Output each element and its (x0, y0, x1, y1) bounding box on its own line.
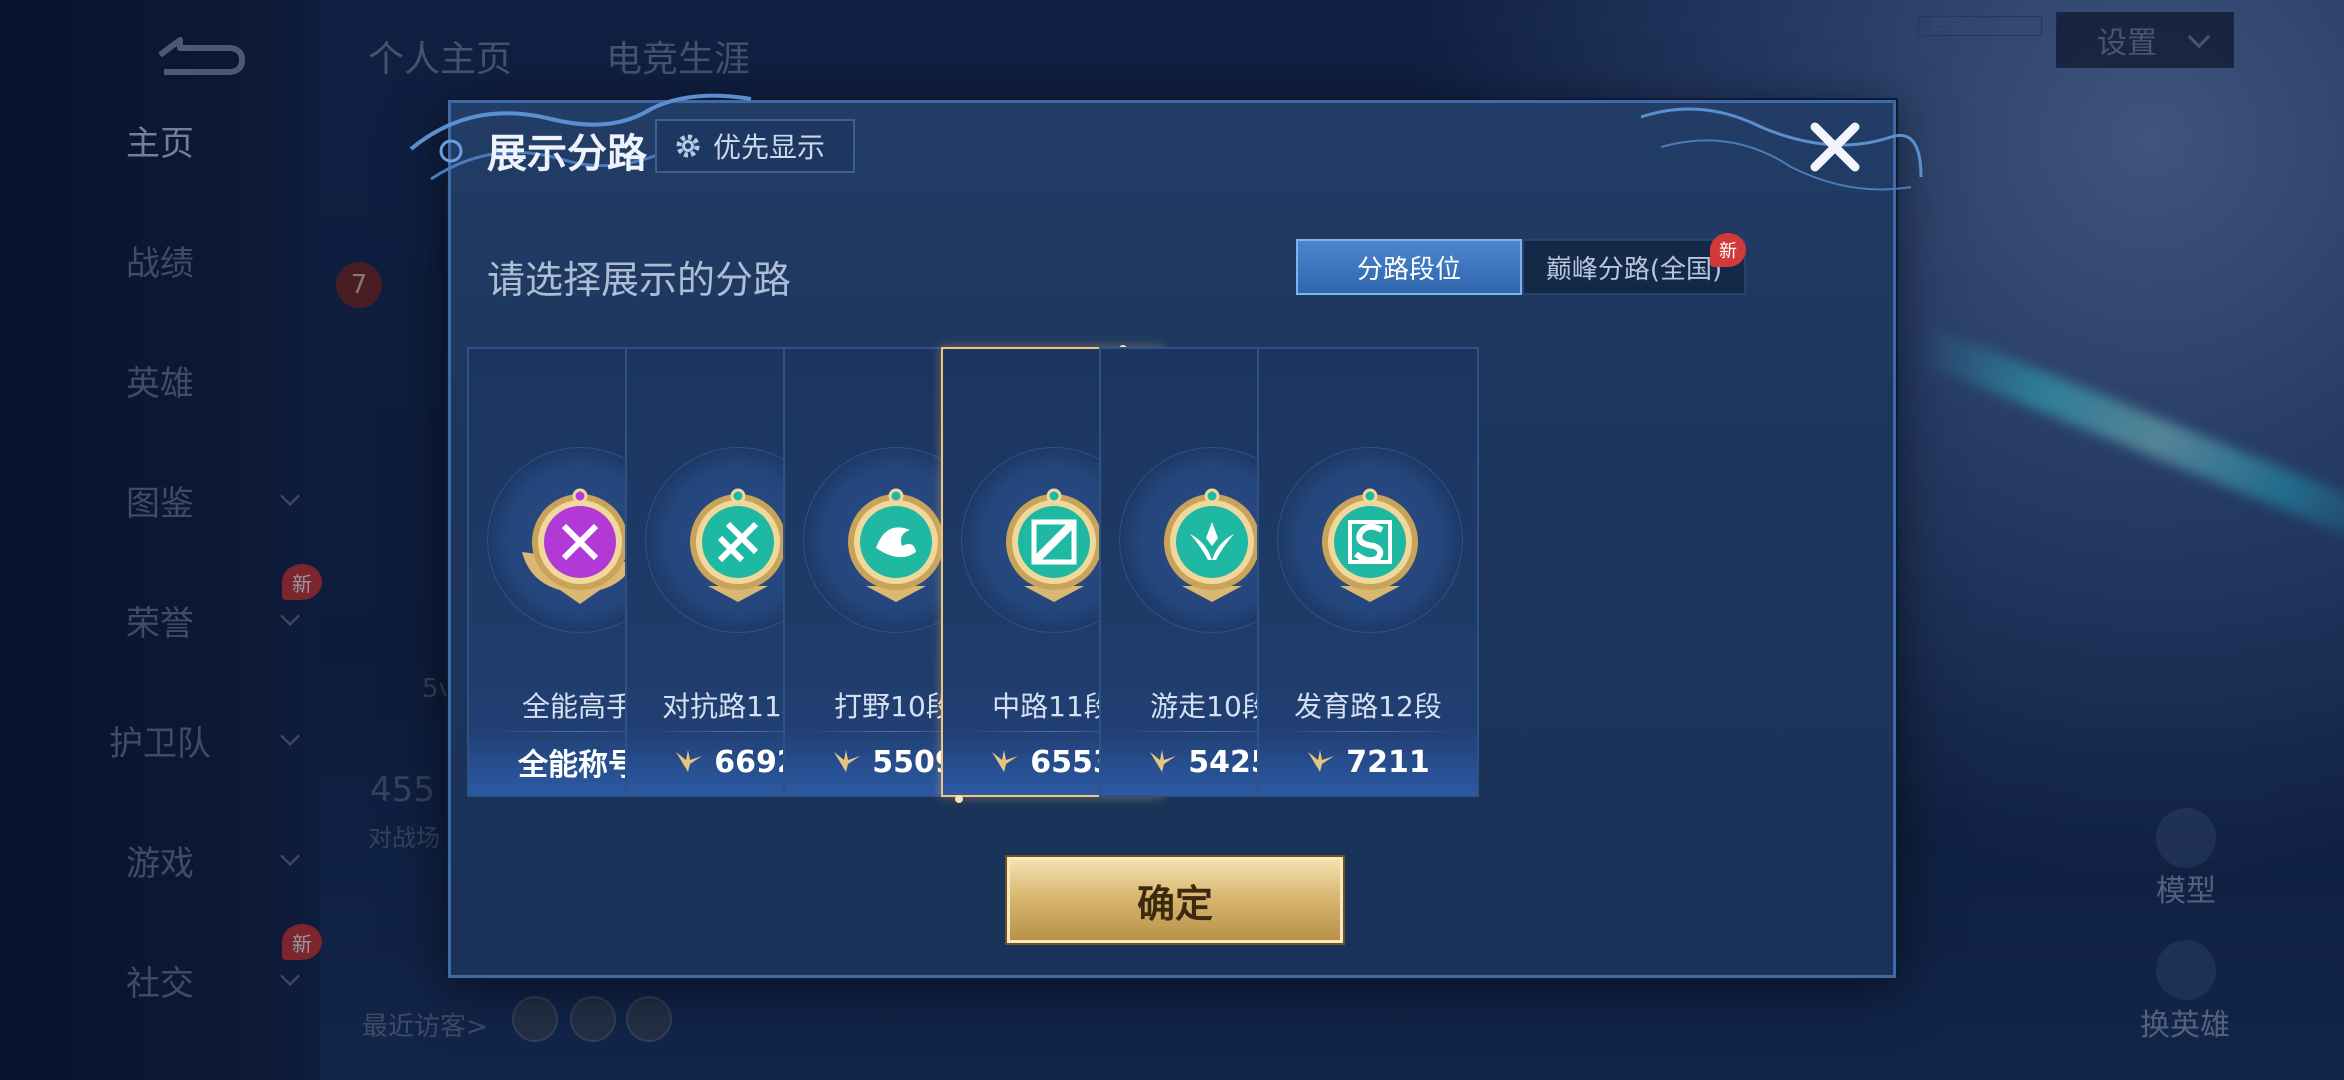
tab-lane-rank[interactable]: 分路段位 (1296, 239, 1522, 295)
lane-display-dialog: 展示分路 优先显示 请选择展示的分路 分路段位 巅峰分路(全国) 新 全能高手全… (409, 93, 1923, 978)
confirm-button[interactable]: 确定 (1007, 857, 1343, 943)
rank-points-icon (1150, 750, 1177, 772)
priority-display-label: 优先显示 (713, 131, 826, 164)
title-label: 全能称号 (518, 748, 638, 783)
lane-rank-badge-icon (1322, 488, 1418, 602)
rank-points-icon (1308, 750, 1335, 772)
priority-display-button[interactable]: 优先显示 (655, 119, 855, 173)
tab-peak-lane[interactable]: 巅峰分路(全国) 新 (1522, 233, 1746, 295)
gear-icon (676, 134, 700, 158)
new-badge: 新 (1710, 233, 1746, 267)
rank-points-icon (834, 750, 861, 772)
tab-peak-lane-label: 巅峰分路(全国) (1545, 254, 1723, 285)
lane-card[interactable]: 发育路12段 7211 (1257, 347, 1479, 797)
rank-points-value: 7211 (1346, 744, 1430, 780)
close-icon[interactable] (1805, 117, 1865, 177)
rank-points-icon (676, 750, 703, 772)
cloud-ornament (1640, 107, 1923, 191)
lane-rank-label: 发育路12段 (1294, 690, 1442, 723)
dialog-subtitle: 请选择展示的分路 (487, 258, 792, 302)
lane-type-segmented-control: 分路段位 巅峰分路(全国) 新 (1296, 233, 1746, 295)
dialog-title: 展示分路 (487, 131, 647, 177)
lane-card-footer: 7211 (1259, 729, 1477, 795)
